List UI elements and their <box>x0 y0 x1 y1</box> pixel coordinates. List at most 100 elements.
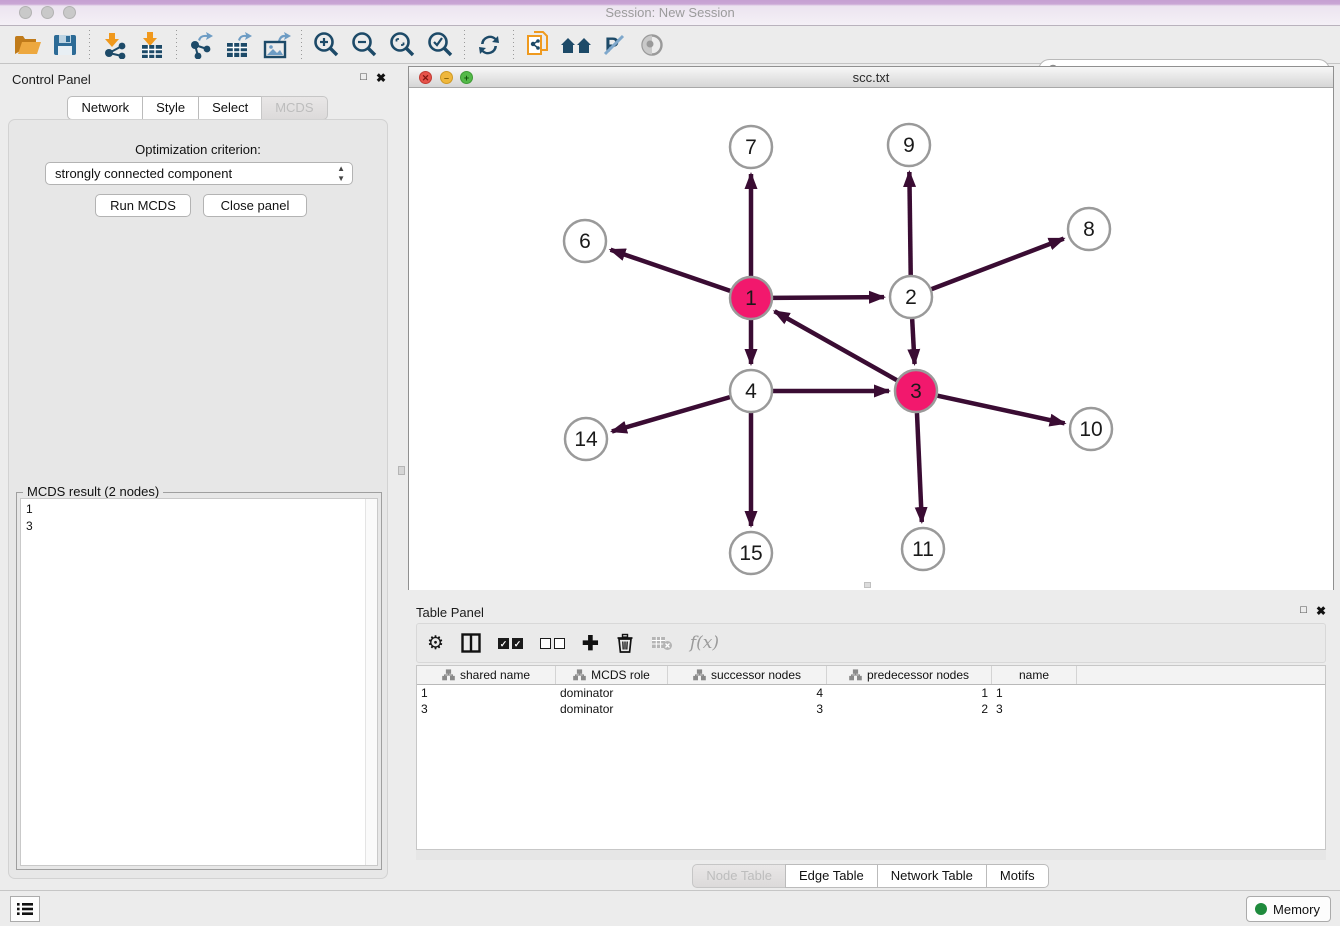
tab-network[interactable]: Network <box>67 96 143 120</box>
export-network-icon[interactable] <box>182 28 220 62</box>
close-panel-button[interactable]: Close panel <box>203 194 307 217</box>
graph-node-label-11: 11 <box>912 538 934 561</box>
tab-edge-table[interactable]: Edge Table <box>785 864 878 888</box>
graph-edge-3-1[interactable] <box>775 311 897 380</box>
node-table[interactable]: shared name MCDS role successor nodes prede… <box>416 665 1326 850</box>
table-cell-mcds_role[interactable]: dominator <box>556 701 668 717</box>
tab-network-table[interactable]: Network Table <box>877 864 987 888</box>
deselect-all-icon[interactable]: ✓✓ <box>540 628 565 658</box>
clone-network-icon[interactable] <box>519 28 557 62</box>
horizontal-splitter[interactable] <box>408 590 1334 597</box>
mcds-panel: Optimization criterion: strongly connect… <box>8 119 388 879</box>
graph-edge-3-11[interactable] <box>917 413 922 522</box>
table-cell-shared_name[interactable]: 1 <box>417 685 556 701</box>
tab-motifs[interactable]: Motifs <box>986 864 1049 888</box>
result-line: 1 <box>26 501 377 518</box>
table-cell-successor_nodes[interactable]: 4 <box>668 685 827 701</box>
table-cell-shared_name[interactable]: 3 <box>417 701 556 717</box>
delete-table-icon <box>651 628 673 658</box>
control-panel-title: Control Panel <box>12 72 91 87</box>
memory-button[interactable]: Memory <box>1246 896 1331 922</box>
graph-edge-4-14[interactable] <box>612 397 730 431</box>
refresh-icon[interactable] <box>470 28 508 62</box>
function-builder-icon: f(x) <box>690 628 719 658</box>
column-type-icon <box>442 669 455 681</box>
annotation-mode-icon[interactable]: P <box>595 28 633 62</box>
task-history-button[interactable] <box>10 896 40 922</box>
tab-node-table[interactable]: Node Table <box>692 864 786 888</box>
table-cell-predecessor_nodes[interactable]: 2 <box>827 701 992 717</box>
column-type-icon <box>693 669 706 681</box>
result-line: 3 <box>26 518 377 535</box>
save-session-icon[interactable] <box>46 28 84 62</box>
close-panel-icon[interactable]: ✖ <box>376 71 386 85</box>
import-table-icon[interactable] <box>133 28 171 62</box>
import-network-icon[interactable] <box>95 28 133 62</box>
zoom-fit-icon[interactable] <box>383 28 421 62</box>
float-panel-icon[interactable]: □ <box>360 71 367 85</box>
close-panel-icon[interactable]: ✖ <box>1316 604 1326 618</box>
column-header-shared_name[interactable]: shared name <box>417 666 556 684</box>
graph-node-label-10: 10 <box>1079 418 1102 441</box>
zoom-in-icon[interactable] <box>307 28 345 62</box>
canvas-splitter-handle[interactable] <box>864 582 871 588</box>
graph-node-label-2: 2 <box>905 286 917 309</box>
graph-edge-3-10[interactable] <box>937 396 1064 424</box>
table-cell-mcds_role[interactable]: dominator <box>556 685 668 701</box>
column-header-label: name <box>1019 668 1049 682</box>
column-header-name[interactable]: name <box>992 666 1077 684</box>
graph-edge-1-6[interactable] <box>611 250 731 291</box>
select-all-icon[interactable]: ✓✓ <box>498 628 523 658</box>
export-image-icon[interactable] <box>258 28 296 62</box>
network-canvas[interactable]: 7968124314101511 <box>409 89 1333 590</box>
network-view-window: ✕ – + scc.txt 7968124314101511 <box>408 66 1334 590</box>
tab-select[interactable]: Select <box>198 96 262 120</box>
tab-mcds[interactable]: MCDS <box>261 96 327 120</box>
add-column-icon[interactable]: ✚ <box>582 628 599 658</box>
run-mcds-button[interactable]: Run MCDS <box>95 194 191 217</box>
graph-edge-1-2[interactable] <box>773 297 884 298</box>
graph-edge-2-3[interactable] <box>912 319 914 364</box>
table-cell-name[interactable]: 3 <box>992 701 1077 717</box>
column-header-mcds_role[interactable]: MCDS role <box>556 666 668 684</box>
column-header-label: successor nodes <box>711 668 801 682</box>
graph-node-label-1: 1 <box>745 287 757 310</box>
table-row[interactable]: 1dominator411 <box>417 685 1325 701</box>
column-header-successor_nodes[interactable]: successor nodes <box>668 666 827 684</box>
tab-style[interactable]: Style <box>142 96 199 120</box>
toolbar-separator <box>301 30 302 60</box>
eye-icon[interactable] <box>633 28 671 62</box>
network-window-titlebar[interactable]: ✕ – + scc.txt <box>409 67 1333 88</box>
open-file-icon[interactable] <box>8 28 46 62</box>
table-cell-successor_nodes[interactable]: 3 <box>668 701 827 717</box>
column-header-predecessor_nodes[interactable]: predecessor nodes <box>827 666 992 684</box>
network-graph[interactable]: 7968124314101511 <box>409 89 1333 590</box>
graph-edge-2-9[interactable] <box>909 172 910 275</box>
column-header-label: shared name <box>460 668 530 682</box>
toolbar-separator <box>176 30 177 60</box>
gear-icon[interactable]: ⚙ <box>427 628 444 658</box>
home-icon[interactable] <box>557 28 595 62</box>
vertical-splitter-handle[interactable] <box>398 466 405 475</box>
export-table-icon[interactable] <box>220 28 258 62</box>
table-cell-name[interactable]: 1 <box>992 685 1077 701</box>
table-cell-predecessor_nodes[interactable]: 1 <box>827 685 992 701</box>
delete-column-icon[interactable] <box>616 628 634 658</box>
optimization-criterion-dropdown[interactable]: strongly connected component ▲▼ <box>45 162 353 185</box>
table-panel: Table Panel □ ✖ ⚙ ✓✓ ✓✓ ✚ f(x) shared na… <box>408 597 1334 888</box>
zoom-selected-icon[interactable] <box>421 28 459 62</box>
zoom-out-icon[interactable] <box>345 28 383 62</box>
table-row[interactable]: 3dominator323 <box>417 701 1325 717</box>
result-scrollbar[interactable] <box>365 499 377 865</box>
toolbar-separator <box>464 30 465 60</box>
dropdown-value: strongly connected component <box>55 166 232 181</box>
column-selector-icon[interactable] <box>461 628 481 658</box>
table-toolbar: ⚙ ✓✓ ✓✓ ✚ f(x) <box>416 623 1326 663</box>
float-panel-icon[interactable]: □ <box>1300 604 1307 618</box>
graph-edge-2-8[interactable] <box>932 239 1064 290</box>
network-window-title: scc.txt <box>409 70 1333 85</box>
window-title: Session: New Session <box>0 5 1340 20</box>
table-panel-title: Table Panel <box>416 605 484 620</box>
mcds-result-text[interactable]: 13 <box>20 498 378 866</box>
mcds-result-title: MCDS result (2 nodes) <box>23 484 163 499</box>
